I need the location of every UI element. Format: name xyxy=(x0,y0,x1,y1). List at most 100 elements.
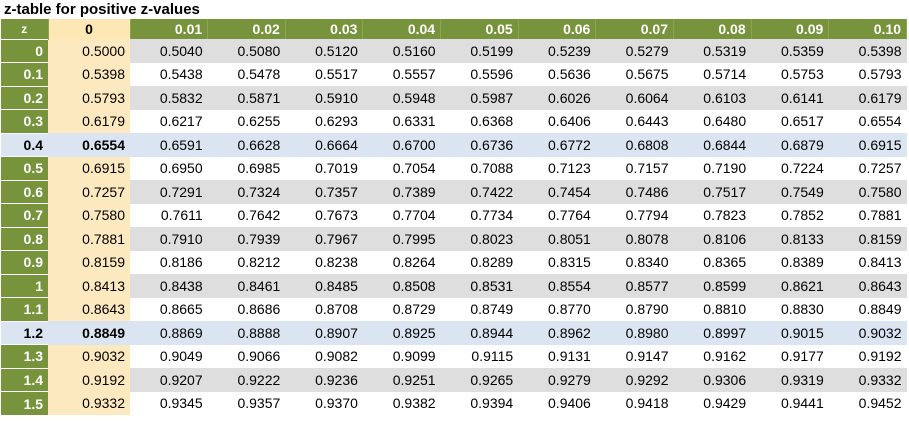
table-cell: 0.8340 xyxy=(595,250,674,274)
table-cell: 0.9251 xyxy=(362,368,441,392)
table-cell: 0.8962 xyxy=(518,321,596,345)
table-cell: 0.7291 xyxy=(130,180,208,204)
table-cell: 0.5398 xyxy=(828,39,907,63)
table-cell: 0.8643 xyxy=(828,274,907,298)
table-cell: 0.8944 xyxy=(440,321,519,345)
table-cell: 0.6406 xyxy=(518,109,596,133)
table-cell: 0.5557 xyxy=(362,62,441,86)
table-row: 1.3 0.9032 0.9049 0.9066 0.9082 0.9099 0.9115 0… xyxy=(1,344,907,368)
table-cell: 0.9452 xyxy=(828,391,907,415)
table-cell: 0.6331 xyxy=(362,109,441,133)
table-cell: 0.6293 xyxy=(285,109,363,133)
table-cell: 0.7673 xyxy=(285,203,363,227)
table-cell: 0.9049 xyxy=(130,344,208,368)
table-cell: 0.7190 xyxy=(673,156,752,180)
row-header-z: 0.2 xyxy=(1,85,48,110)
table-cell: 0.6554 xyxy=(828,109,907,133)
table-cell: 0.7123 xyxy=(518,156,596,180)
table-cell: 0.8708 xyxy=(285,297,363,321)
table-cell: 0.5160 xyxy=(362,39,441,63)
table-cell: 0.9292 xyxy=(595,368,674,392)
table-cell: 0.8159 xyxy=(828,227,907,251)
table-row: 0.2 0.5793 0.5832 0.5871 0.5910 0.5948 0.5987 0… xyxy=(1,85,907,110)
table-cell: 0.9192 xyxy=(828,344,907,368)
table-cell: 0.7823 xyxy=(673,203,752,227)
table-cell: 0.9032 xyxy=(828,321,907,345)
table-cell: 0.6217 xyxy=(130,109,208,133)
table-cell: 0.9382 xyxy=(362,391,441,415)
table-cell: 0.8264 xyxy=(362,250,441,274)
column-header-z: z xyxy=(1,19,49,39)
table-row: 0.5 0.6915 0.6950 0.6985 0.7019 0.7054 0.7088 0… xyxy=(1,156,907,180)
column-header: 0.03 xyxy=(285,19,364,39)
table-cell: 0.7794 xyxy=(595,203,674,227)
table-cell: 0.6179 xyxy=(828,86,907,110)
cell-base: 0.5000 xyxy=(48,39,130,63)
cell-base: 0.8159 xyxy=(48,250,130,274)
cell-base: 0.6554 xyxy=(48,133,130,157)
table-row: 0.9 0.8159 0.8186 0.8212 0.8238 0.8264 0.8289 0… xyxy=(1,250,907,274)
table-cell: 0.8686 xyxy=(207,297,286,321)
table-cell: 0.8729 xyxy=(362,297,441,321)
table-cell: 0.9265 xyxy=(440,368,519,392)
table-cell: 0.8078 xyxy=(595,227,674,251)
column-header: 0.08 xyxy=(673,19,752,39)
table-cell: 0.8389 xyxy=(751,250,829,274)
table-cell: 0.6255 xyxy=(207,109,286,133)
table-cell: 0.7157 xyxy=(595,156,674,180)
table-cell: 0.5832 xyxy=(130,86,208,110)
cell-base: 0.8849 xyxy=(48,321,130,345)
table-cell: 0.5910 xyxy=(285,86,363,110)
table-cell: 0.9418 xyxy=(595,391,674,415)
table-cell: 0.5675 xyxy=(595,62,674,86)
cell-base: 0.5793 xyxy=(48,86,130,110)
table-cell: 0.9357 xyxy=(207,391,286,415)
table-cell: 0.8869 xyxy=(130,321,208,345)
z-table: z 0 0.01 0.02 0.03 0.04 0.05 0.06 0.07 0… xyxy=(1,19,907,415)
table-cell: 0.8238 xyxy=(285,250,363,274)
table-cell: 0.6879 xyxy=(751,133,829,157)
table-cell: 0.5040 xyxy=(130,39,208,63)
row-header-z: 0.4 xyxy=(1,132,48,157)
table-cell: 0.8830 xyxy=(751,297,829,321)
cell-base: 0.9192 xyxy=(48,368,130,392)
row-header-z: 0.5 xyxy=(1,156,48,180)
table-row: 0.8 0.7881 0.7910 0.7939 0.7967 0.7995 0.8023 0… xyxy=(1,226,907,251)
column-header: 0.05 xyxy=(440,19,519,39)
table-cell: 0.8849 xyxy=(828,297,907,321)
table-cell: 0.7734 xyxy=(440,203,519,227)
cell-base: 0.5398 xyxy=(48,62,130,86)
table-cell: 0.8438 xyxy=(130,274,208,298)
row-header-z: 0.1 xyxy=(1,62,48,86)
table-row: 0.6 0.7257 0.7291 0.7324 0.7357 0.7389 0.7422 0… xyxy=(1,179,907,204)
table-row: 1.4 0.9192 0.9207 0.9222 0.9236 0.9251 0.9265 0… xyxy=(1,367,907,392)
table-cell: 0.9345 xyxy=(130,391,208,415)
table-cell: 0.5714 xyxy=(673,62,752,86)
table-cell: 0.7019 xyxy=(285,156,363,180)
table-cell: 0.8461 xyxy=(207,274,286,298)
row-header-z: 1.5 xyxy=(1,391,48,415)
cell-base: 0.8643 xyxy=(48,297,130,321)
cell-base: 0.6179 xyxy=(48,109,130,133)
table-cell: 0.5517 xyxy=(285,62,363,86)
table-cell: 0.7088 xyxy=(440,156,519,180)
table-cell: 0.9222 xyxy=(207,368,286,392)
table-cell: 0.8023 xyxy=(440,227,519,251)
table-cell: 0.9236 xyxy=(285,368,363,392)
table-cell: 0.8599 xyxy=(673,274,752,298)
column-header: 0.04 xyxy=(362,19,442,39)
header-row: z 0 0.01 0.02 0.03 0.04 0.05 0.06 0.07 0… xyxy=(1,19,907,39)
table-cell: 0.7764 xyxy=(518,203,596,227)
table-cell: 0.5596 xyxy=(440,62,519,86)
column-header: 0.09 xyxy=(751,19,830,39)
table-cell: 0.7357 xyxy=(285,180,363,204)
cell-base: 0.7580 xyxy=(48,203,130,227)
table-row: 1.1 0.8643 0.8665 0.8686 0.8708 0.8729 0.8749 0… xyxy=(1,297,907,321)
table-cell: 0.9306 xyxy=(673,368,752,392)
row-header-z: 0.7 xyxy=(1,203,48,227)
table-cell: 0.8907 xyxy=(285,321,363,345)
table-cell: 0.6480 xyxy=(673,109,752,133)
table-cell: 0.8925 xyxy=(362,321,441,345)
table-row: 0.3 0.6179 0.6217 0.6255 0.6293 0.6331 0.6368 0… xyxy=(1,109,907,133)
table-cell: 0.7454 xyxy=(518,180,596,204)
